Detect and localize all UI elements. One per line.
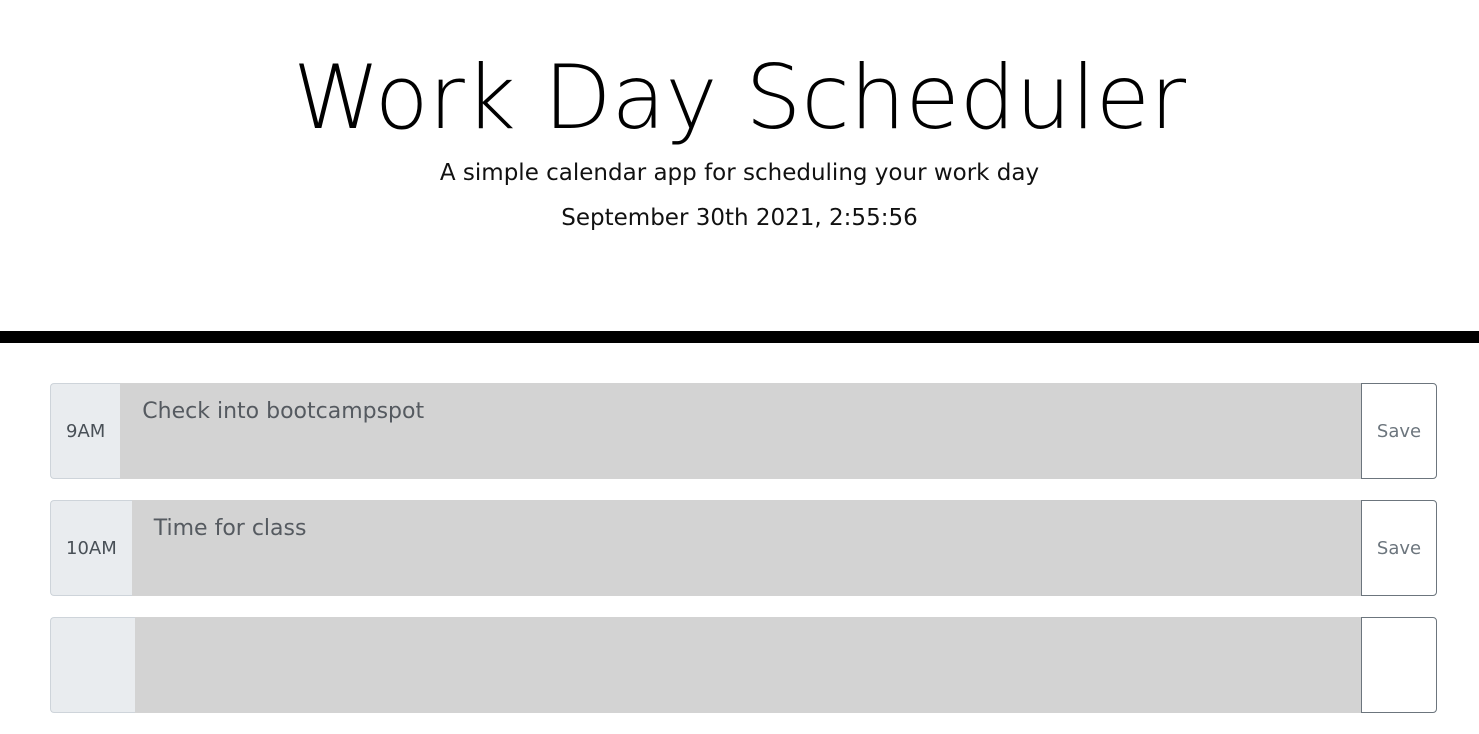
time-block-10am: 10AM Time for class Save — [50, 500, 1437, 596]
schedule-container: 9AM Check into bootcampspot Save 10AM Ti… — [50, 383, 1437, 734]
save-button[interactable]: Save — [1361, 383, 1437, 479]
event-description-input[interactable]: Time for class — [131, 500, 1361, 596]
page-subtitle: A simple calendar app for scheduling you… — [439, 160, 1040, 186]
save-button[interactable] — [1361, 617, 1437, 713]
hour-label: 9AM — [50, 383, 121, 479]
hour-label: 10AM — [50, 500, 132, 596]
time-block-11am — [50, 617, 1437, 713]
event-description-input[interactable]: Check into bootcampspot — [120, 383, 1361, 479]
header: Work Day Scheduler A simple calendar app… — [0, 0, 1479, 343]
time-block-9am: 9AM Check into bootcampspot Save — [50, 383, 1437, 479]
event-description-input[interactable] — [135, 617, 1361, 713]
save-button[interactable]: Save — [1361, 500, 1437, 596]
page-title: Work Day Scheduler — [292, 46, 1187, 149]
hour-label — [50, 617, 135, 713]
current-date-time: September 30th 2021, 2:55:56 — [561, 205, 918, 231]
